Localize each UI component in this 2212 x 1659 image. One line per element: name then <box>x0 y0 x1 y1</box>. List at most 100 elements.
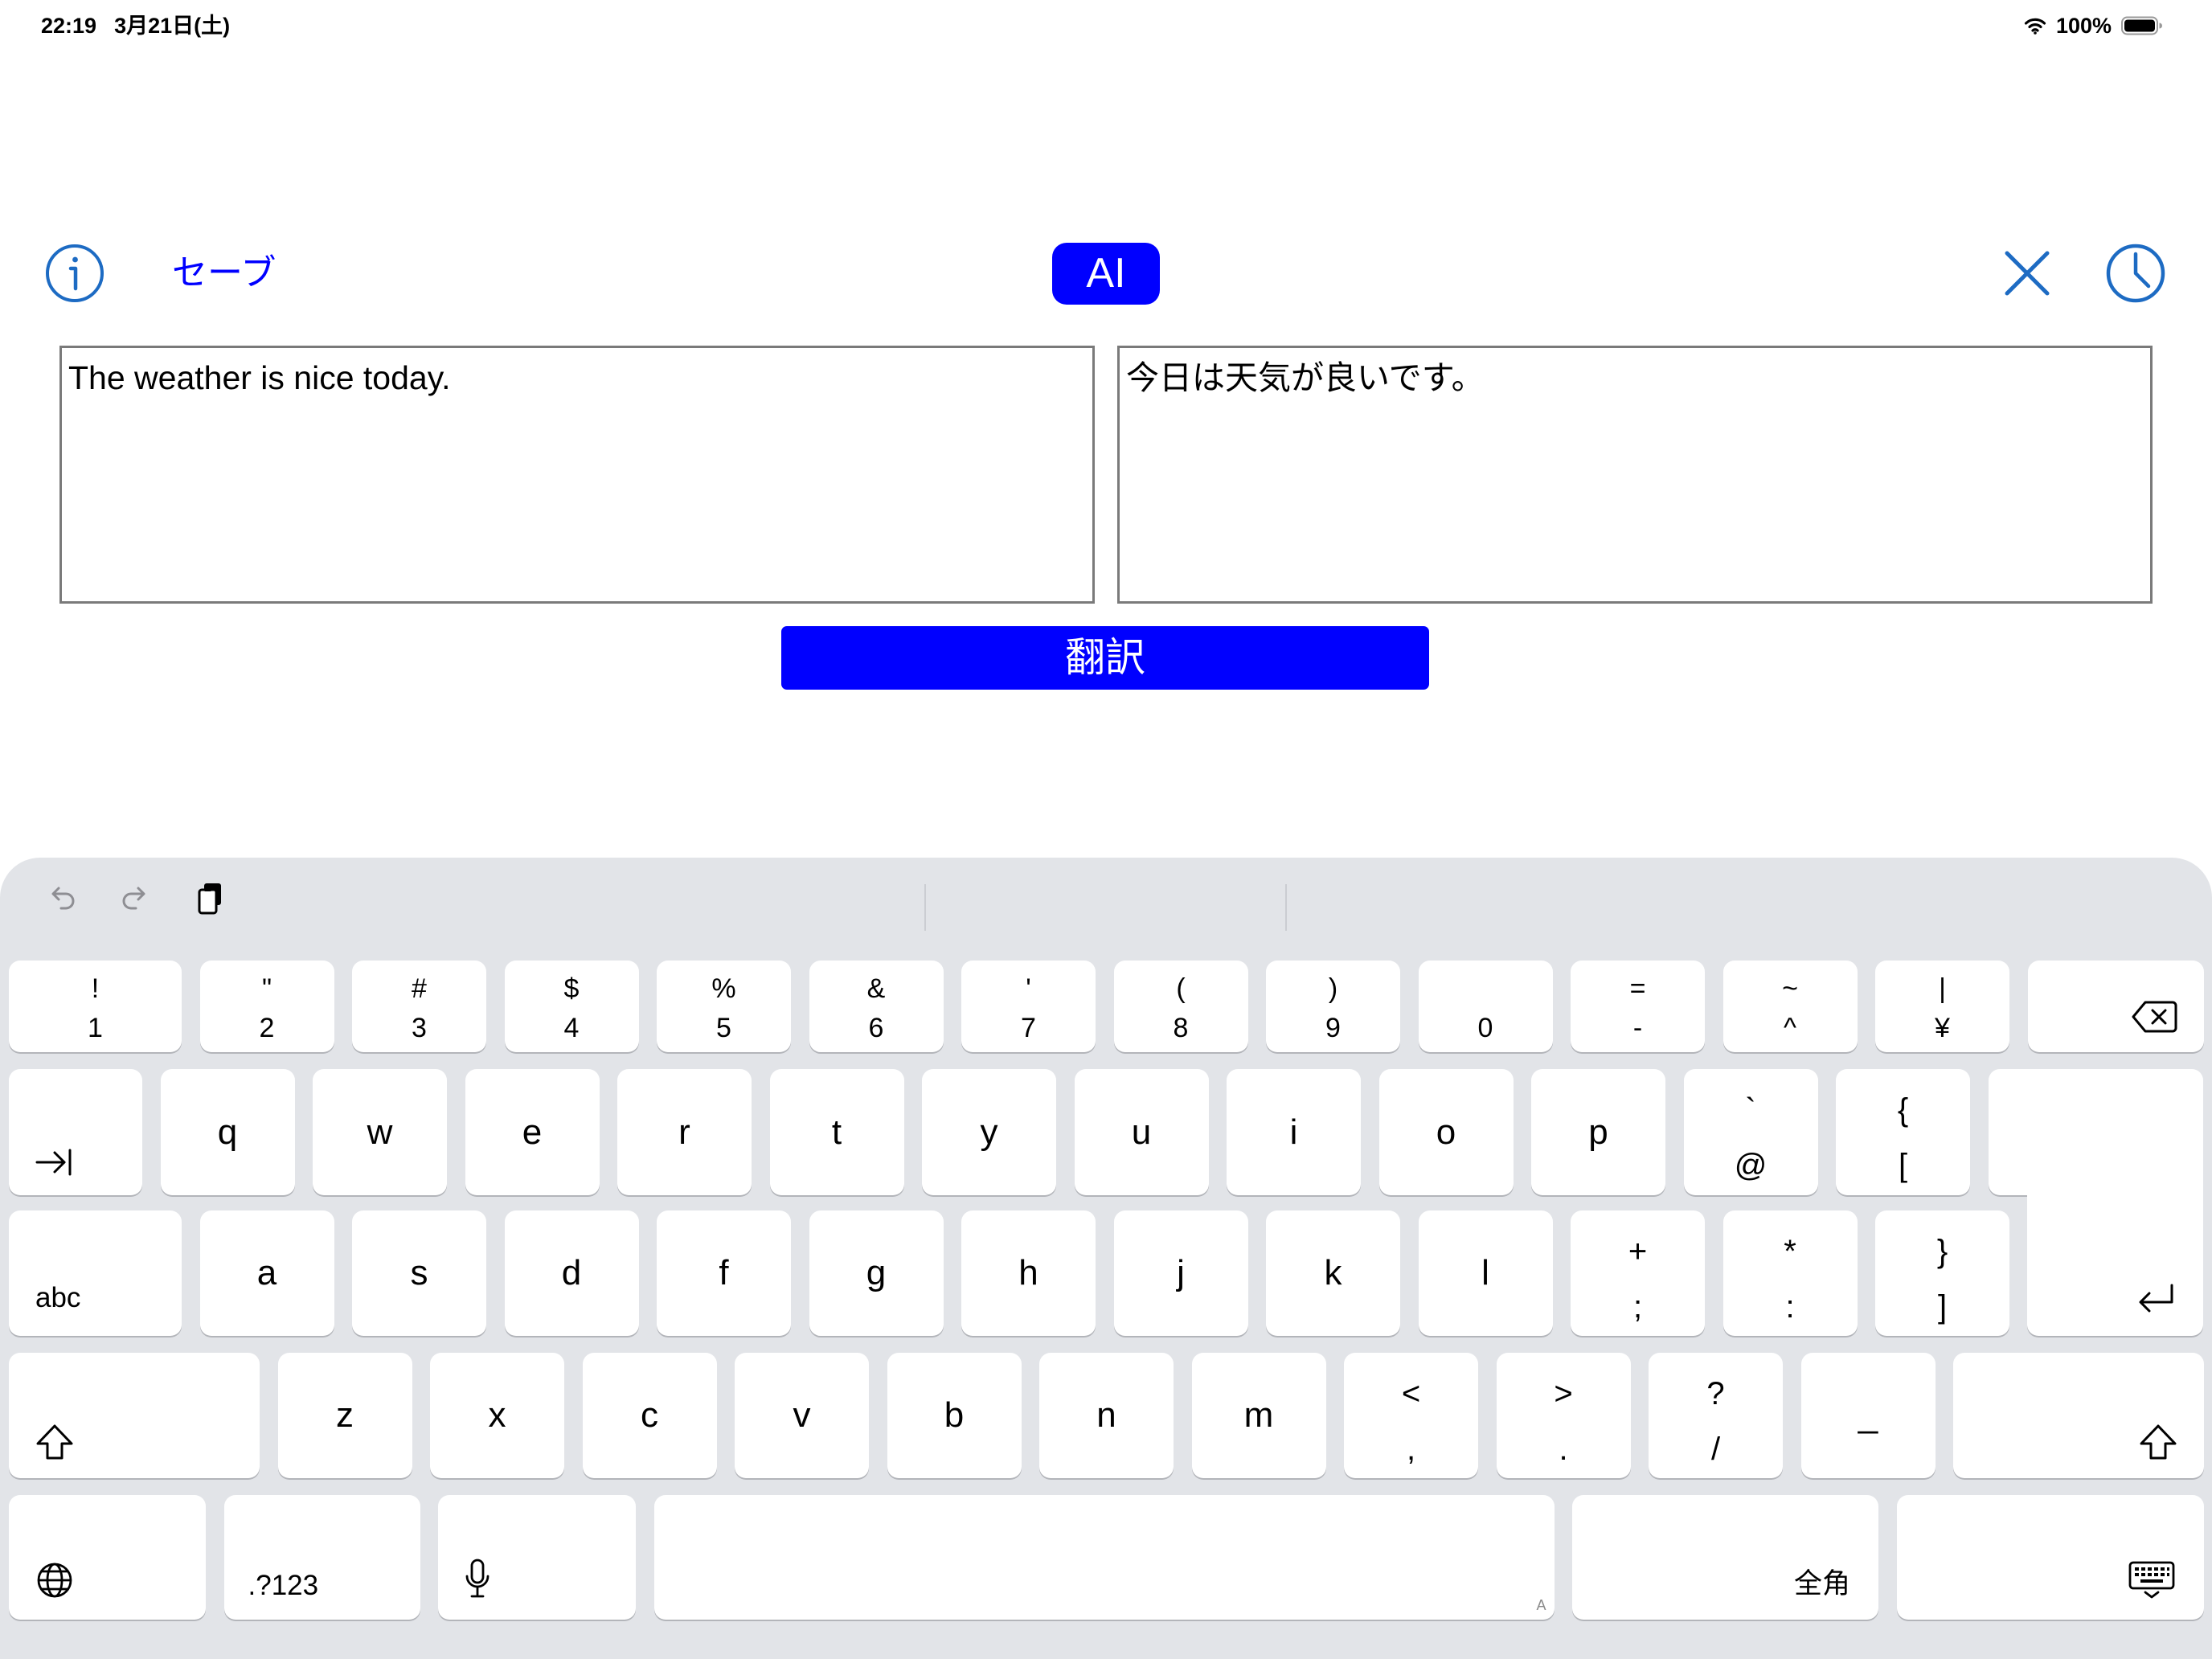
key-7[interactable]: ' 7 <box>961 961 1096 1052</box>
key-label: _ <box>1858 1395 1878 1435</box>
key-0[interactable]: 0 <box>1418 961 1553 1052</box>
key-top-label: * <box>1784 1234 1796 1269</box>
shift-right-key[interactable] <box>1953 1353 2204 1478</box>
key-b[interactable]: b <box>887 1353 1022 1478</box>
history-button[interactable] <box>2106 244 2165 303</box>
key-caret[interactable]: ~ ^ <box>1722 961 1858 1052</box>
key-u[interactable]: u <box>1074 1069 1209 1195</box>
key-3[interactable]: #3 <box>352 961 486 1052</box>
space-key-hint: A <box>1536 1597 1546 1613</box>
key-minus[interactable]: = - <box>1571 961 1705 1052</box>
tab-key[interactable] <box>9 1069 142 1195</box>
key-top-label: ~ <box>1782 973 1798 1004</box>
globe-key[interactable] <box>9 1495 206 1620</box>
key-bottom-label: : <box>1785 1289 1795 1325</box>
key-yen[interactable]: | ¥ <box>1875 961 2009 1052</box>
key-v[interactable]: v <box>735 1353 869 1478</box>
key-label: t <box>831 1112 842 1152</box>
key-top-label: > <box>1554 1376 1573 1411</box>
key-h[interactable]: h <box>961 1210 1096 1336</box>
shift-icon <box>36 1424 73 1460</box>
key-6[interactable]: & 6 <box>809 961 944 1052</box>
key-t[interactable]: t <box>769 1069 904 1195</box>
key-top-label: + <box>1628 1234 1648 1269</box>
key-bottom-label: 9 <box>1325 1013 1341 1043</box>
key-z[interactable]: z <box>277 1353 412 1478</box>
key-m[interactable]: m <box>1191 1353 1326 1478</box>
key-d[interactable]: d <box>504 1210 639 1336</box>
key-top-label: & <box>866 973 886 1004</box>
key-top-label: < <box>1401 1376 1421 1411</box>
zenkaku-key[interactable]: 全角 <box>1572 1495 1878 1620</box>
key-underscore[interactable]: _ <box>1800 1353 1936 1478</box>
key-colon[interactable]: *: <box>1722 1210 1858 1336</box>
key-slash[interactable]: ? / <box>1649 1353 1783 1478</box>
key-at[interactable]: ` @ <box>1683 1069 1818 1195</box>
numbers-key[interactable]: .?123 <box>223 1495 420 1620</box>
battery-icon <box>2121 16 2163 35</box>
key-x[interactable]: x <box>430 1353 564 1478</box>
key-j[interactable]: j <box>1113 1210 1248 1336</box>
key-label: y <box>980 1112 998 1152</box>
return-icon <box>2139 1284 2173 1313</box>
key-y[interactable]: y <box>922 1069 1056 1195</box>
key-comma[interactable]: <, <box>1344 1353 1478 1478</box>
undo-button[interactable] <box>46 883 78 915</box>
keyboard-dismiss-key[interactable] <box>1896 1495 2204 1620</box>
key-w[interactable]: w <box>313 1069 447 1195</box>
key-bottom-label: ¥ <box>1935 1013 1950 1043</box>
key-n[interactable]: n <box>1039 1353 1174 1478</box>
undo-icon <box>51 887 75 910</box>
key-label: x <box>488 1395 506 1435</box>
save-button[interactable]: セーブ <box>172 251 276 296</box>
key-i[interactable]: i <box>1227 1069 1361 1195</box>
shift-left-key[interactable] <box>9 1353 260 1478</box>
key-semicolon[interactable]: +; <box>1571 1210 1705 1336</box>
paste-button[interactable] <box>192 881 227 916</box>
key-l[interactable]: l <box>1418 1210 1553 1336</box>
close-icon <box>2005 251 2050 296</box>
key-e[interactable]: e <box>465 1069 600 1195</box>
key-k[interactable]: k <box>1266 1210 1400 1336</box>
software-keyboard: ! 1 " 2 #3 $4 % 5 & 6 ' 7 (8 ) 9 0 = - ~ ^ | ¥ <box>0 858 2212 1659</box>
translated-text-output[interactable]: 今日は天気が良いです。 <box>1117 346 2153 604</box>
caps-abc-key[interactable]: abc <box>9 1210 182 1336</box>
key-bottom-label: ^ <box>1784 1013 1796 1043</box>
key-g[interactable]: g <box>809 1210 944 1336</box>
key-9[interactable]: ) 9 <box>1266 961 1400 1052</box>
key-p[interactable]: p <box>1531 1069 1665 1195</box>
key-r[interactable]: r <box>617 1069 752 1195</box>
clear-button[interactable] <box>2004 250 2050 297</box>
key-top-label: ( <box>1176 973 1186 1004</box>
key-bottom-label: / <box>1710 1432 1721 1467</box>
key-s[interactable]: s <box>352 1210 486 1336</box>
dictation-key[interactable] <box>438 1495 636 1620</box>
key-c[interactable]: c <box>582 1353 717 1478</box>
key-2[interactable]: " 2 <box>199 961 334 1052</box>
delete-key[interactable] <box>2027 961 2204 1052</box>
key-q[interactable]: q <box>160 1069 295 1195</box>
key-period[interactable]: >. <box>1496 1353 1631 1478</box>
key-label: o <box>1436 1112 1456 1152</box>
return-key[interactable] <box>1989 1069 2203 1336</box>
key-top-label: # <box>412 973 427 1004</box>
key-1[interactable]: ! 1 <box>9 961 182 1052</box>
key-8[interactable]: (8 <box>1113 961 1248 1052</box>
return-key-lower <box>2027 1182 2203 1336</box>
key-f[interactable]: f <box>657 1210 791 1336</box>
key-a[interactable]: a <box>199 1210 334 1336</box>
key-right-bracket[interactable]: }] <box>1875 1210 2009 1336</box>
source-text-input[interactable]: The weather is nice today. <box>59 346 1095 604</box>
key-left-bracket[interactable]: {[ <box>1836 1069 1970 1195</box>
translate-button[interactable]: 翻訳 <box>781 626 1429 690</box>
info-button[interactable] <box>45 244 104 303</box>
key-label: c <box>641 1395 658 1435</box>
ai-button[interactable]: AI <box>1052 243 1160 305</box>
key-o[interactable]: o <box>1378 1069 1514 1195</box>
redo-button[interactable] <box>119 883 151 915</box>
status-bar-right: 100% <box>2024 10 2163 41</box>
key-4[interactable]: $4 <box>504 961 639 1052</box>
space-key[interactable]: A <box>653 1495 1555 1620</box>
key-5[interactable]: % 5 <box>657 961 791 1052</box>
key-label: r <box>678 1112 690 1152</box>
